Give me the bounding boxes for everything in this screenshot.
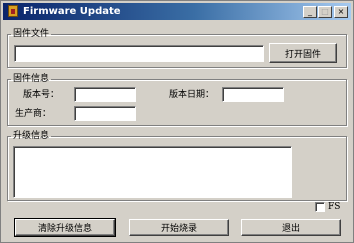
vendor-label: 生产商： (15, 109, 52, 119)
fs-checkbox[interactable] (315, 202, 325, 212)
fs-checkbox-label: FS (328, 202, 341, 212)
firmware-update-window: Firmware Update _ □ × 固件文件 打开固件 固件信息 版本号… (0, 0, 354, 243)
version-label: 版本号： (23, 90, 60, 100)
version-field[interactable] (74, 87, 136, 102)
window-title: Firmware Update (23, 6, 121, 17)
minimize-button[interactable]: _ (303, 6, 317, 18)
firmware-file-group-label: 固件文件 (13, 29, 50, 39)
upgrade-log-area[interactable] (13, 146, 292, 198)
title-bar[interactable]: Firmware Update _ □ × (3, 3, 351, 20)
start-burn-button[interactable]: 开始烧录 (129, 219, 229, 236)
version-date-field[interactable] (222, 87, 284, 102)
exit-button[interactable]: 退出 (241, 219, 341, 236)
clear-upgrade-info-button[interactable]: 清除升级信息 (14, 218, 116, 237)
app-icon (8, 5, 18, 17)
close-button[interactable]: × (334, 6, 348, 18)
firmware-info-group-label: 固件信息 (13, 74, 50, 84)
upgrade-info-group-label: 升级信息 (13, 131, 50, 141)
open-firmware-button[interactable]: 打开固件 (269, 43, 337, 63)
firmware-path-field[interactable] (14, 45, 264, 62)
version-date-label: 版本日期： (169, 90, 215, 100)
vendor-field[interactable] (74, 106, 136, 121)
maximize-button: □ (318, 6, 332, 18)
